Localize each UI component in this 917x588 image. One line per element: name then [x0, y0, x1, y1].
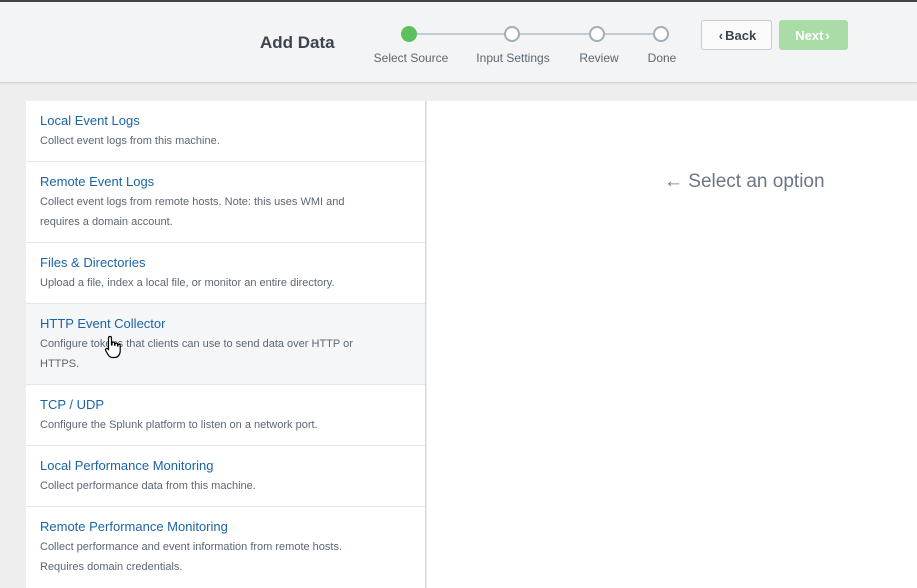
select-option-placeholder: ← Select an option: [664, 171, 825, 193]
source-title: Local Performance Monitoring: [40, 458, 214, 473]
source-title: TCP / UDP: [40, 397, 105, 412]
step-label-review: Review: [579, 51, 619, 65]
chevron-right-icon: ›: [825, 28, 830, 43]
source-description: Configure the Splunk platform to listen …: [40, 415, 411, 435]
source-http-event-collector[interactable]: HTTP Event Collector Configure tokens th…: [26, 304, 425, 385]
desc-line: Upload a file, index a local file, or mo…: [40, 277, 335, 289]
source-local-performance-monitoring[interactable]: Local Performance Monitoring Collect per…: [26, 446, 425, 507]
step-dot-done: [653, 26, 669, 42]
step-dot-review: [589, 26, 605, 42]
chevron-left-icon: ‹: [718, 28, 724, 43]
desc-line: HTTPS.: [40, 358, 80, 370]
hand-pointer-icon: [104, 335, 121, 359]
step-label-input-settings: Input Settings: [476, 51, 550, 65]
source-title: HTTP Event Collector: [40, 316, 166, 331]
wizard-header: Add Data Select Source Input Settings Re…: [0, 2, 917, 83]
source-local-event-logs[interactable]: Local Event Logs Collect event logs from…: [26, 101, 425, 162]
source-tcp-udp[interactable]: TCP / UDP Configure the Splunk platform …: [26, 385, 425, 446]
desc-line: Requires domain credentials.: [40, 561, 183, 573]
next-button-label: Next: [795, 28, 824, 43]
back-button[interactable]: ‹ Back: [701, 20, 772, 50]
step-dot-input-settings: [504, 26, 520, 42]
back-button-label: Back: [725, 28, 757, 43]
source-title: Remote Event Logs: [40, 174, 155, 189]
step-connector: [512, 33, 597, 35]
desc-line: Collect event logs from this machine.: [40, 135, 220, 147]
source-description: Collect performance and event informatio…: [40, 537, 411, 577]
source-files-directories[interactable]: Files & Directories Upload a file, index…: [26, 243, 425, 304]
next-button[interactable]: Next ›: [779, 20, 848, 50]
source-description: Configure tokens that clients can use to…: [40, 334, 411, 374]
source-title: Files & Directories: [40, 255, 146, 270]
desc-line: Collect performance and event informatio…: [40, 541, 343, 553]
source-description: Collect performance data from this machi…: [40, 476, 411, 496]
desc-line: Collect performance data from this machi…: [40, 480, 256, 492]
desc-line: Configure tokens that clients can use to…: [40, 338, 353, 350]
step-dot-select-source: [401, 26, 417, 42]
source-title: Local Event Logs: [40, 113, 140, 128]
step-label-done: Done: [647, 51, 677, 65]
step-connector: [409, 33, 512, 35]
source-remote-event-logs[interactable]: Remote Event Logs Collect event logs fro…: [26, 162, 425, 243]
source-remote-performance-monitoring[interactable]: Remote Performance Monitoring Collect pe…: [26, 507, 425, 588]
step-connector: [597, 33, 661, 35]
source-description: Collect event logs from remote hosts. No…: [40, 192, 411, 232]
source-list: Local Event Logs Collect event logs from…: [26, 101, 426, 588]
desc-line: Collect event logs from remote hosts. No…: [40, 196, 345, 208]
step-label-select-source: Select Source: [373, 51, 449, 65]
source-description: Upload a file, index a local file, or mo…: [40, 273, 411, 293]
placeholder-text: Select an option: [688, 171, 825, 192]
detail-panel: ← Select an option: [427, 101, 917, 588]
desc-line: requires a domain account.: [40, 216, 173, 228]
arrow-left-icon: ←: [664, 171, 683, 192]
source-title: Remote Performance Monitoring: [40, 519, 228, 534]
source-description: Collect event logs from this machine.: [40, 131, 411, 151]
desc-line: Configure the Splunk platform to listen …: [40, 419, 318, 431]
